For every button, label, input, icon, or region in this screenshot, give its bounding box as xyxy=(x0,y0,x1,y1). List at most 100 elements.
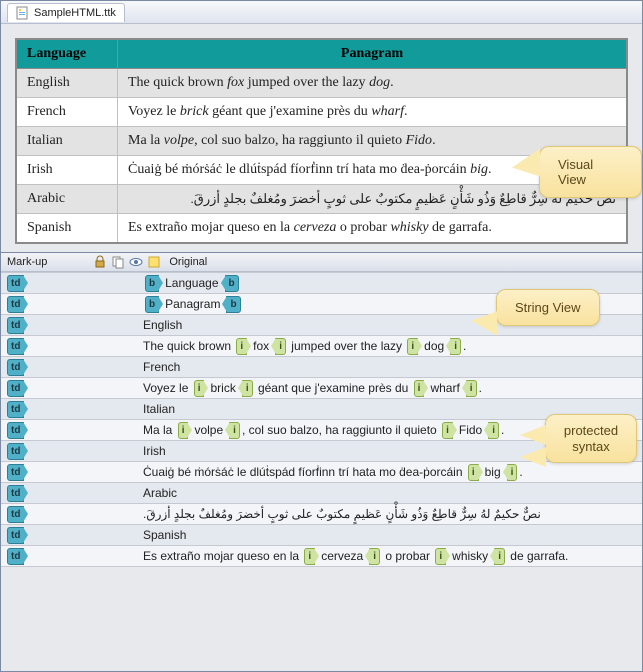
callout-string-view: String View xyxy=(496,289,600,326)
markup-toolbar: Mark-up Original xyxy=(1,252,642,272)
lang-cell: English xyxy=(16,69,118,98)
segment-text: big xyxy=(485,465,501,479)
original-cell[interactable]: Es extraño mojar queso en la i cerveza i o… xyxy=(139,547,642,566)
lang-cell: Italian xyxy=(16,127,118,156)
inline-tag-i-close[interactable]: i xyxy=(507,464,518,481)
inline-tag-td-open[interactable]: td xyxy=(7,548,24,565)
inline-tag-td-open[interactable]: td xyxy=(7,464,24,481)
segment-text: French xyxy=(143,360,180,374)
inline-tag-td-open[interactable]: td xyxy=(7,401,24,418)
inline-tag-i-close[interactable]: i xyxy=(229,422,240,439)
original-cell[interactable]: Spanish xyxy=(139,527,642,543)
markup-cell: td xyxy=(1,337,139,356)
segment-text: wharf xyxy=(430,381,459,395)
inline-tag-b-close[interactable]: b xyxy=(226,296,240,313)
segment-text: Irish xyxy=(143,444,166,458)
panagram-cell: Voyez le brick géant que j'examine près … xyxy=(118,98,628,127)
inline-tag-td-open[interactable]: td xyxy=(7,485,24,502)
inline-tag-i-open[interactable]: i xyxy=(468,464,479,481)
inline-tag-td-open[interactable]: td xyxy=(7,443,24,460)
original-label: Original xyxy=(169,256,207,268)
inline-tag-i-open[interactable]: i xyxy=(236,338,247,355)
lock-icon[interactable] xyxy=(93,255,107,269)
inline-tag-td-open[interactable]: td xyxy=(7,338,24,355)
title-bar: SampleHTML.ttk xyxy=(1,1,642,24)
col-header-panagram: Panagram xyxy=(118,39,628,69)
inline-tag-i-close[interactable]: i xyxy=(488,422,499,439)
inline-tag-i-open[interactable]: i xyxy=(194,380,205,397)
segment-text: Es extraño mojar queso en la xyxy=(143,549,302,563)
segment-text: o probar xyxy=(382,549,433,563)
inline-tag-i-close[interactable]: i xyxy=(494,548,505,565)
file-tab[interactable]: SampleHTML.ttk xyxy=(7,3,125,22)
original-cell[interactable]: French xyxy=(139,359,642,375)
segment-text: jumped over the lazy xyxy=(288,339,405,353)
segment-text: . xyxy=(519,465,522,479)
inline-tag-td-open[interactable]: td xyxy=(7,380,24,397)
original-cell[interactable]: The quick brown ifoxi jumped over the la… xyxy=(139,337,642,356)
segment-text: cerveza xyxy=(321,549,363,563)
grid-row[interactable]: td Es extraño mojar queso en la i cerveza i… xyxy=(1,546,642,567)
inline-tag-td-open[interactable]: td xyxy=(7,275,24,292)
grid-row[interactable]: tdThe quick brown ifoxi jumped over the … xyxy=(1,336,642,357)
inline-tag-i-open[interactable]: i xyxy=(407,338,418,355)
inline-tag-i-open[interactable]: i xyxy=(435,548,446,565)
grid-row[interactable]: td Voyez le ibricki géant que j'examine p… xyxy=(1,378,642,399)
note-icon[interactable] xyxy=(147,255,161,269)
segment-text: Fido xyxy=(459,423,482,437)
inline-tag-b-close[interactable]: b xyxy=(225,275,239,292)
inline-tag-i-close[interactable]: i xyxy=(275,338,286,355)
segment-text: fox xyxy=(253,339,269,353)
markup-cell: td xyxy=(1,484,139,503)
italic-text: dog xyxy=(369,75,390,90)
app-window: SampleHTML.ttk Language Panagram English… xyxy=(0,0,643,672)
original-cell[interactable]: نصٌّ حكيمٌ لهُ سِرٌّ قاطِعٌ وَذُو شَأْنٍ… xyxy=(139,506,642,522)
inline-tag-i-close[interactable]: i xyxy=(466,380,477,397)
grid-row[interactable]: td French xyxy=(1,357,642,378)
file-tab-label: SampleHTML.ttk xyxy=(34,7,116,19)
panagram-cell: Es extraño mojar queso en la cerveza o p… xyxy=(118,214,628,244)
grid-row[interactable]: td Arabic xyxy=(1,483,642,504)
inline-tag-i-close[interactable]: i xyxy=(242,380,253,397)
grid-row[interactable]: tdItalian xyxy=(1,399,642,420)
lang-cell: Arabic xyxy=(16,185,118,214)
grid-row[interactable]: td نصٌّ حكيمٌ لهُ سِرٌّ قاطِعٌ وَذُو شَأْ… xyxy=(1,504,642,525)
inline-tag-td-open[interactable]: td xyxy=(7,359,24,376)
eye-icon[interactable] xyxy=(129,255,143,269)
segment-text: . xyxy=(463,339,466,353)
inline-tag-td-open[interactable]: td xyxy=(7,296,24,313)
markup-cell: td xyxy=(1,421,139,440)
markup-cell: td xyxy=(1,442,139,461)
segment-text: volpe xyxy=(194,423,223,437)
markup-cell: td xyxy=(1,358,139,377)
inline-tag-td-open[interactable]: td xyxy=(7,317,24,334)
inline-tag-b-open[interactable]: b xyxy=(145,275,159,292)
copy-icon[interactable] xyxy=(111,255,125,269)
inline-tag-i-open[interactable]: i xyxy=(178,422,189,439)
markup-cell: td xyxy=(1,274,139,293)
markup-cell: td xyxy=(1,400,139,419)
inline-tag-td-open[interactable]: td xyxy=(7,422,24,439)
table-row: Spanish Es extraño mojar queso en la cer… xyxy=(16,214,627,244)
inline-tag-i-close[interactable]: i xyxy=(369,548,380,565)
segment-text: géant que j'examine près du xyxy=(255,381,412,395)
inline-tag-i-open[interactable]: i xyxy=(414,380,425,397)
segment-text: Ma la xyxy=(143,423,176,437)
original-cell[interactable]: Ċuaiġ bé ṁórṡáċ le dlúṫspád fíorḟinn trí… xyxy=(139,463,642,482)
visual-view-pane: Language Panagram English The quick brow… xyxy=(1,24,642,252)
inline-tag-i-close[interactable]: i xyxy=(450,338,461,355)
markup-label: Mark-up xyxy=(7,256,47,268)
segment-text: The quick brown xyxy=(143,339,234,353)
inline-tag-i-open[interactable]: i xyxy=(442,422,453,439)
inline-tag-i-open[interactable]: i xyxy=(304,548,315,565)
inline-tag-td-open[interactable]: td xyxy=(7,506,24,523)
lang-cell: French xyxy=(16,98,118,127)
inline-tag-b-open[interactable]: b xyxy=(145,296,159,313)
original-cell[interactable]: Arabic xyxy=(139,485,642,501)
table-header-row: Language Panagram xyxy=(16,39,627,69)
segment-text: English xyxy=(143,318,182,332)
inline-tag-td-open[interactable]: td xyxy=(7,527,24,544)
grid-row[interactable]: td Spanish xyxy=(1,525,642,546)
original-cell[interactable]: Voyez le ibricki géant que j'examine prè… xyxy=(139,379,642,398)
segment-text: Panagram xyxy=(165,297,220,311)
